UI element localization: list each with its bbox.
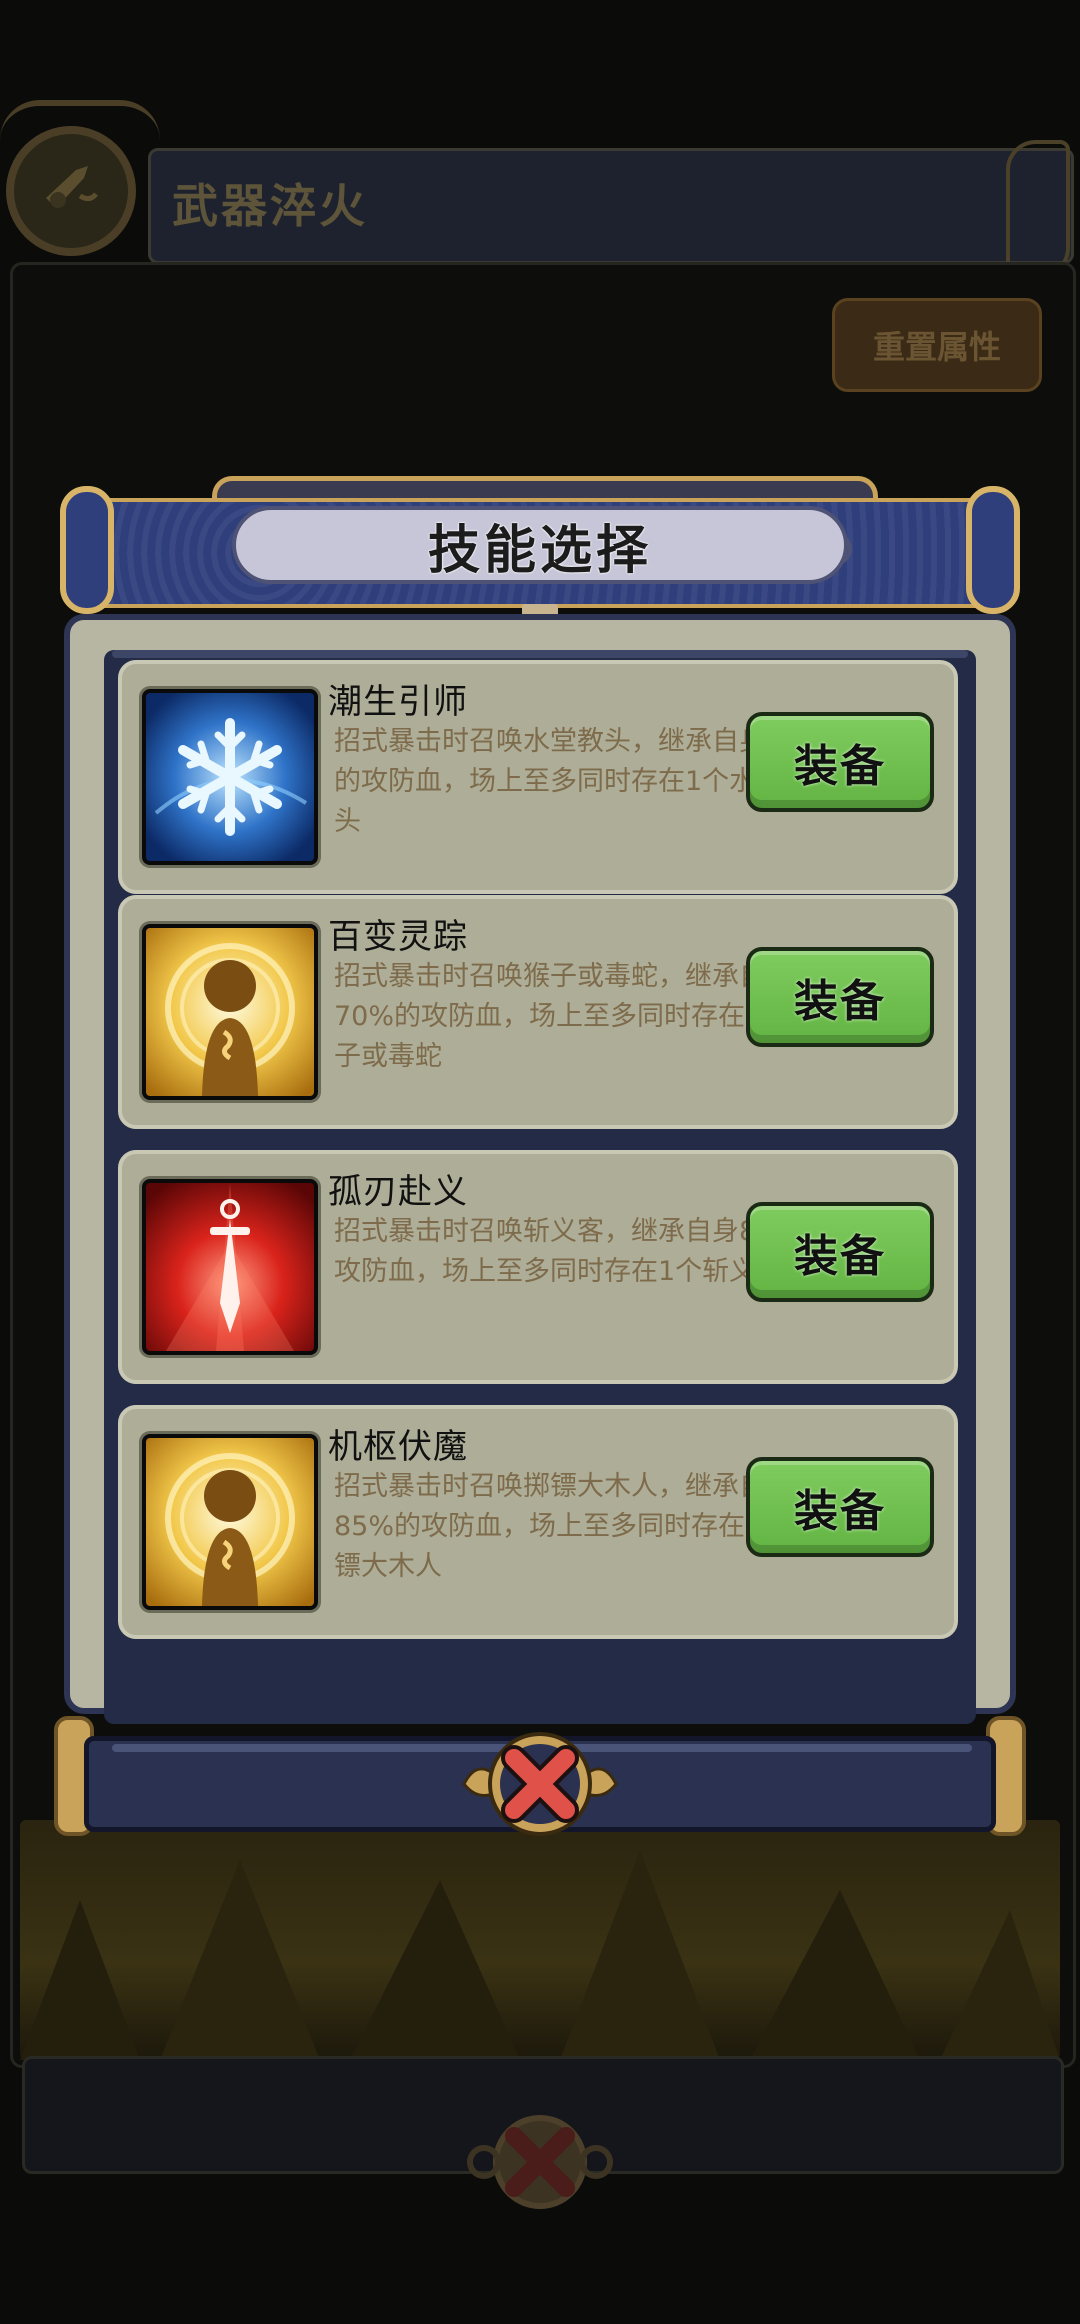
scroll-end-left-ornament <box>60 486 114 614</box>
weapon-emblem-icon <box>6 126 136 256</box>
skill-card-3: 孤刃赴义 招式暴击时召唤斩义客，继承自身85%的攻防血，场上至多同时存在1个斩义… <box>118 1150 958 1384</box>
skill-name: 孤刃赴义 <box>328 1172 468 1212</box>
close-button[interactable] <box>456 1728 624 1840</box>
skill-name: 潮生引师 <box>328 682 468 722</box>
dialog-title-plaque: 技能选择 <box>232 506 848 584</box>
glowing-figure-icon <box>142 924 318 1100</box>
scroll-end-right-ornament <box>966 486 1020 614</box>
background-close-icon <box>462 2110 618 2214</box>
dialog-title: 技能选择 <box>427 520 652 581</box>
equip-button-label: 装备 <box>794 1231 886 1282</box>
equip-button[interactable]: 装备 <box>746 712 934 812</box>
skill-name: 百变灵踪 <box>328 917 468 957</box>
equip-button[interactable]: 装备 <box>746 1202 934 1302</box>
skill-card-2: 百变灵踪 招式暴击时召唤猴子或毒蛇，继承自身70%的攻防血，场上至多同时存在3个… <box>118 895 958 1129</box>
equip-button-label: 装备 <box>794 741 886 792</box>
equip-button-label: 装备 <box>794 976 886 1027</box>
skill-list-top-edge <box>112 650 968 658</box>
reset-attributes-button[interactable]: 重置属性 <box>832 298 1042 392</box>
equip-button[interactable]: 装备 <box>746 947 934 1047</box>
close-icon <box>462 1732 618 1836</box>
background-scene <box>20 1820 1060 2060</box>
equip-button[interactable]: 装备 <box>746 1457 934 1557</box>
page-title: 武器淬火 <box>172 179 368 233</box>
sword-icon <box>142 1179 318 1355</box>
equip-button-label: 装备 <box>794 1486 886 1537</box>
glowing-figure-icon <box>142 1434 318 1610</box>
skill-card-4: 机枢伏魔 招式暴击时召唤掷镖大木人，继承自身85%的攻防血，场上至多同时存在1个… <box>118 1405 958 1639</box>
snowflake-icon <box>142 689 318 865</box>
skill-card-1: 潮生引师 招式暴击时召唤水堂教头，继承自身85%的攻防血，场上至多同时存在1个水… <box>118 660 958 894</box>
skill-name: 机枢伏魔 <box>328 1427 468 1467</box>
background-header-ornament <box>1006 140 1070 278</box>
